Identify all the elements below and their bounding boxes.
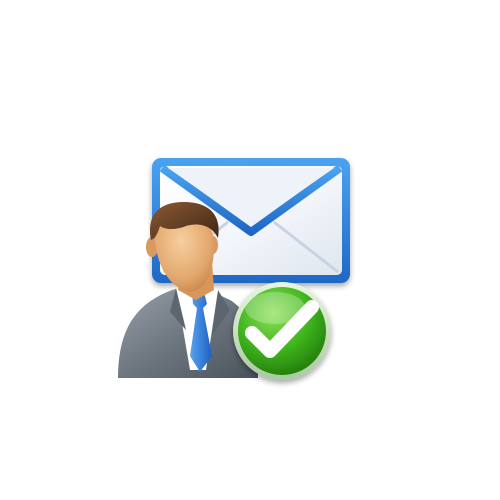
checkmark-badge-icon: [233, 282, 331, 380]
user-mail-verified-icon: [118, 158, 350, 380]
icon-canvas: [0, 0, 500, 500]
